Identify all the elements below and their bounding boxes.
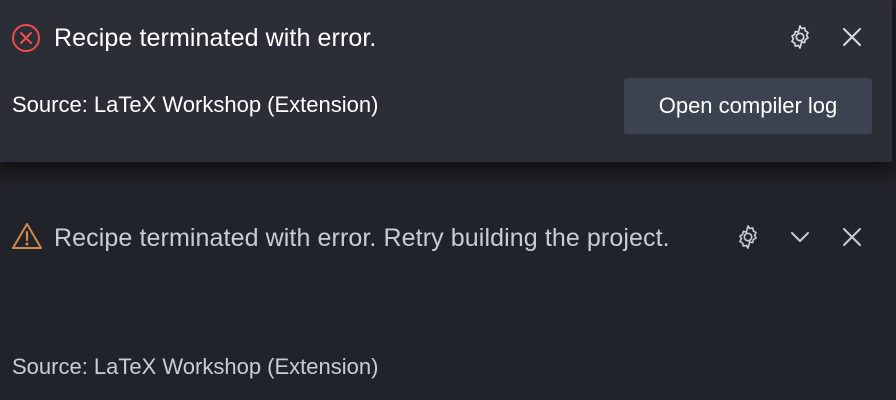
close-button[interactable] [835, 20, 869, 54]
settings-button[interactable] [783, 20, 817, 54]
notification-message: Recipe terminated with error. Retry buil… [54, 224, 670, 252]
notification-area: Recipe terminated with error. Source: La… [0, 0, 896, 400]
gear-icon [734, 223, 762, 251]
settings-button[interactable] [731, 220, 765, 254]
error-notification: Recipe terminated with error. Source: La… [0, 0, 892, 162]
notification-source: Source: LaTeX Workshop (Extension) [12, 354, 379, 379]
close-icon [841, 226, 863, 248]
close-icon [841, 26, 863, 48]
expand-button[interactable] [783, 220, 817, 254]
open-compiler-log-button[interactable]: Open compiler log [624, 78, 872, 134]
gear-icon [786, 23, 814, 51]
warning-triangle-icon [11, 221, 43, 251]
error-circle-icon [11, 23, 41, 53]
close-button[interactable] [835, 220, 869, 254]
warning-notification: Recipe terminated with error. Retry buil… [0, 180, 896, 400]
chevron-down-icon [789, 230, 811, 244]
notification-source: Source: LaTeX Workshop (Extension) [12, 92, 379, 117]
notification-message: Recipe terminated with error. [54, 24, 377, 52]
